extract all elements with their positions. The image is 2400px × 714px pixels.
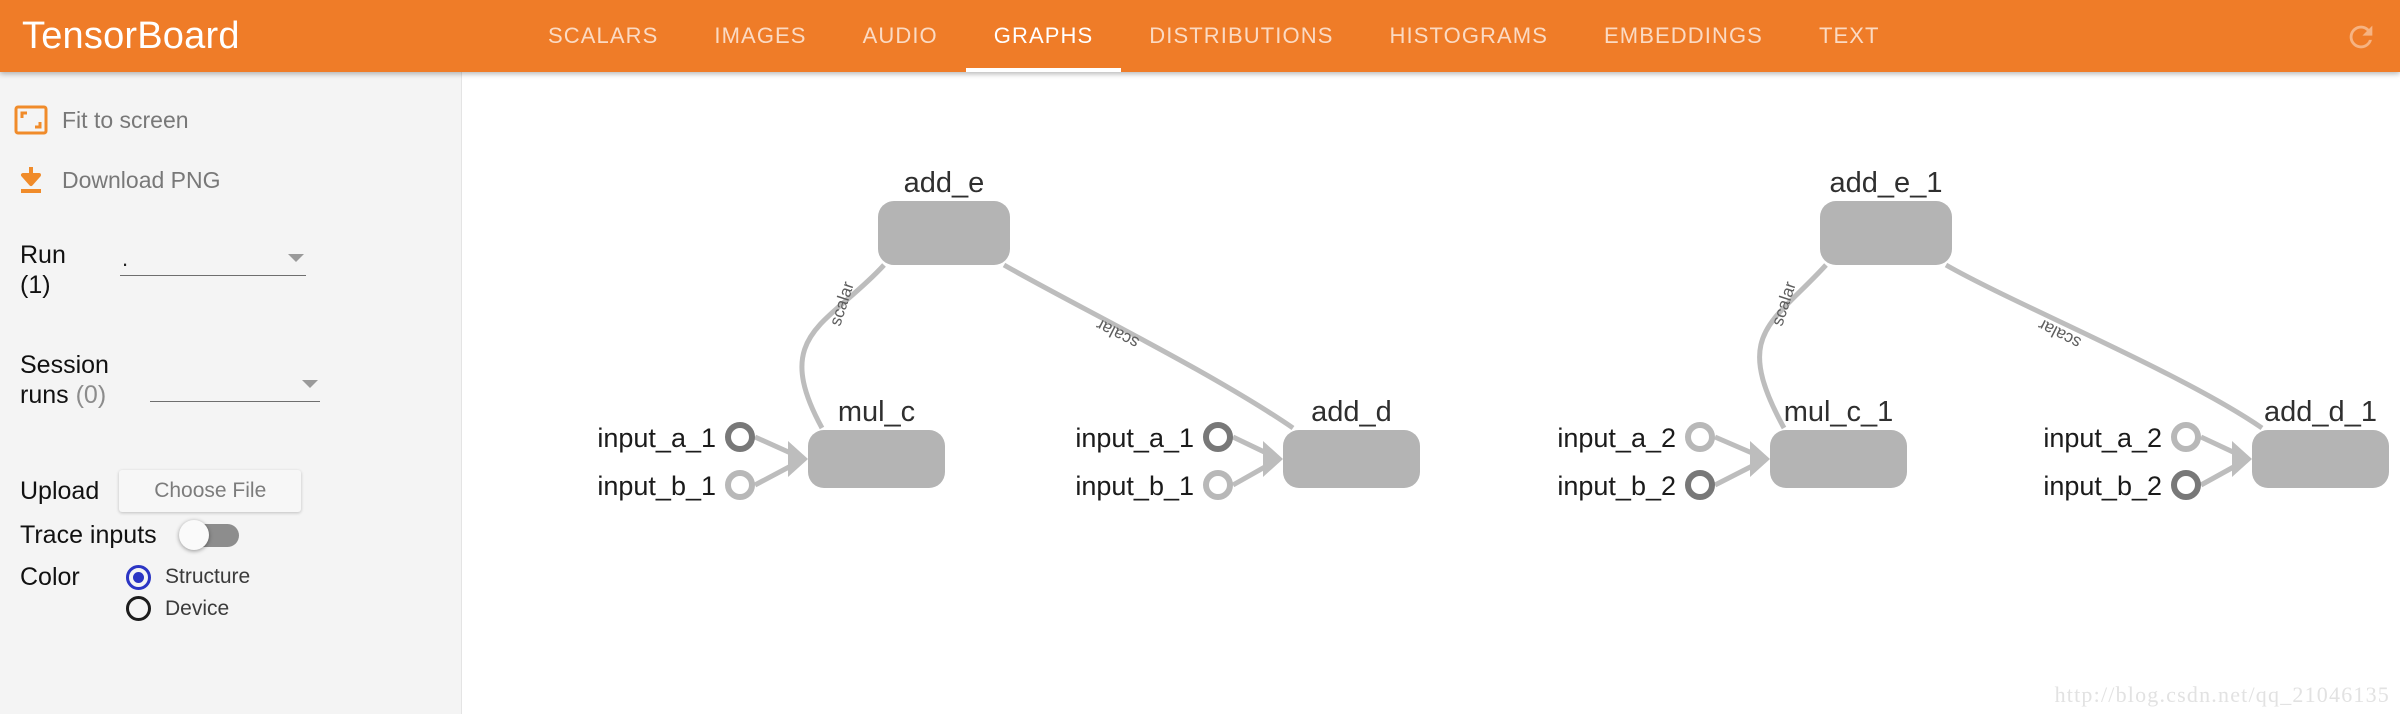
run-label: Run (20, 241, 66, 269)
session-runs-control: Session runs (0) (20, 350, 461, 410)
tab-scalars[interactable]: SCALARS (520, 0, 686, 72)
run-count: (1) (20, 271, 51, 299)
graph-op-node[interactable] (878, 201, 1010, 265)
watermark-text: http://blog.csdn.net/qq_21046135 (2054, 682, 2390, 707)
color-option-device[interactable]: Device (126, 596, 229, 621)
color-option-structure-label: Structure (165, 565, 251, 588)
refresh-icon (2344, 20, 2378, 54)
tensorboard-app: TensorBoard SCALARS IMAGES AUDIO GRAPHS … (0, 0, 2400, 714)
tab-distributions[interactable]: DISTRIBUTIONS (1121, 0, 1361, 72)
fit-to-screen-icon (0, 105, 62, 135)
session-runs-select[interactable] (150, 368, 320, 402)
download-icon (0, 164, 62, 196)
graph-edge-label: scalar (1768, 279, 1800, 328)
graph-edge-arrow (788, 441, 808, 477)
refresh-button[interactable] (2340, 16, 2382, 58)
graph-op-node-label: add_e_1 (1830, 167, 1943, 199)
graph-op-node[interactable] (1820, 201, 1952, 265)
run-select-value: . (122, 246, 129, 271)
tab-audio[interactable]: AUDIO (835, 0, 966, 72)
graph-input-node[interactable] (2171, 470, 2201, 500)
app-header: TensorBoard SCALARS IMAGES AUDIO GRAPHS … (0, 0, 2400, 72)
upload-control: Upload Choose File (20, 470, 461, 512)
trace-inputs-toggle[interactable] (178, 520, 241, 550)
graph-canvas[interactable]: scalar scalar scalar scalar add_e mul_c add_d… (463, 72, 2400, 714)
fit-to-screen-label: Fit to screen (62, 106, 189, 133)
app-title: TensorBoard (22, 14, 240, 57)
download-png-button[interactable]: Download PNG (0, 156, 461, 204)
graph-op-node[interactable] (1770, 430, 1907, 488)
graph-edge-label: scalar (826, 279, 858, 328)
graph-edge-arrow (1750, 441, 1770, 477)
graph-op-node-label: mul_c (838, 396, 915, 428)
chevron-down-icon (302, 380, 318, 388)
graph-svg[interactable]: scalarscalarscalarscalar add_emul_c add_d… (463, 72, 2400, 714)
upload-label: Upload (20, 477, 100, 505)
main-nav-tabs: SCALARS IMAGES AUDIO GRAPHS DISTRIBUTION… (520, 0, 1908, 72)
tab-text[interactable]: TEXT (1791, 0, 1908, 72)
graph-op-node[interactable] (2252, 430, 2389, 488)
graph-edge-arrow (2232, 441, 2252, 477)
graph-input-node[interactable] (1203, 470, 1233, 500)
graph-input-node-label: input_a_1 (597, 423, 716, 453)
graph-input-node-label: input_b_1 (597, 471, 716, 501)
tab-images[interactable]: IMAGES (686, 0, 834, 72)
color-option-device-label: Device (165, 596, 230, 620)
toggle-knob (178, 520, 209, 550)
chevron-down-icon (288, 254, 304, 262)
graph-input-node-label: input_b_2 (2043, 471, 2162, 501)
graph-input-node-label: input_b_2 (1557, 471, 1676, 501)
run-select-line: . (120, 242, 306, 276)
graph-input-node[interactable] (1685, 422, 1715, 452)
graph-op-node-label: mul_c_1 (1784, 396, 1894, 428)
download-png-label: Download PNG (62, 166, 221, 193)
choose-file-button[interactable]: Choose File (119, 470, 302, 512)
graph-input-node[interactable] (1685, 470, 1715, 500)
run-select[interactable]: . (120, 242, 306, 276)
graph-edge-label: scalar (1093, 315, 1142, 353)
color-control: Color Structure (20, 562, 461, 592)
graph-input-node[interactable] (1203, 422, 1233, 452)
graph-nodes-layer: add_e mul_c add_d input_a_1 input_b_1 input_a… (597, 167, 2389, 501)
radio-structure-icon (126, 564, 151, 590)
session-runs-label2-text: runs (20, 381, 69, 409)
fit-to-screen-button[interactable]: Fit to screen (0, 96, 461, 144)
graph-input-node[interactable] (2171, 422, 2201, 452)
color-option-structure[interactable]: Structure (126, 564, 251, 590)
graph-edge (1944, 262, 2264, 431)
tab-graphs[interactable]: GRAPHS (965, 0, 1122, 72)
trace-inputs-control: Trace inputs (20, 520, 461, 550)
graph-edge (1002, 262, 1295, 431)
session-runs-label2: runs (0) (20, 380, 140, 410)
tab-embeddings[interactable]: EMBEDDINGS (1576, 0, 1791, 72)
graph-input-node-label: input_a_2 (1557, 423, 1676, 453)
session-runs-select-line (150, 368, 320, 402)
graph-edges-layer: scalarscalarscalarscalar (753, 262, 2264, 488)
session-runs-count: (0) (75, 381, 107, 409)
color-label: Color (20, 563, 80, 591)
graph-op-node[interactable] (808, 430, 945, 488)
tab-histograms[interactable]: HISTOGRAMS (1362, 0, 1577, 72)
graph-op-node-label: add_e (904, 167, 985, 199)
run-control: Run (1) . (20, 240, 461, 300)
graph-input-node-label: input_b_1 (1075, 471, 1194, 501)
graph-input-node[interactable] (725, 422, 755, 452)
radio-device-icon (126, 596, 151, 621)
graph-op-node-label: add_d (1311, 396, 1392, 428)
graph-op-node-label: add_d_1 (2264, 396, 2377, 428)
graph-input-node[interactable] (725, 470, 755, 500)
session-runs-label: Session (20, 351, 109, 379)
graph-edge-arrow (1263, 441, 1283, 477)
graph-input-node-label: input_a_1 (1075, 423, 1194, 453)
color-option-device-row: Device (20, 596, 461, 621)
trace-inputs-label: Trace inputs (20, 521, 157, 549)
graph-controls-sidebar: Fit to screen Download PNG Run (1) . Ses… (0, 72, 462, 714)
graph-input-node-label: input_a_2 (2043, 423, 2162, 453)
graph-op-node[interactable] (1283, 430, 1420, 488)
